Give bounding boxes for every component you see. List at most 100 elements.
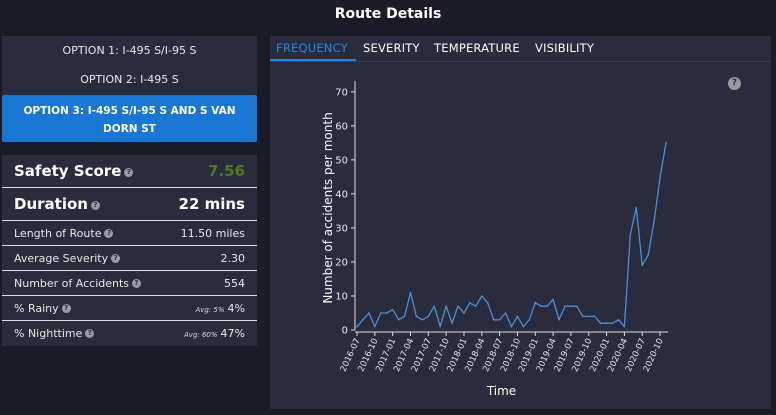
data-point [475,305,477,307]
data-point [522,325,525,328]
data-point [451,322,453,325]
duration-label: Duration [14,195,88,213]
data-point [599,322,602,325]
data-point [433,305,436,307]
data-point [486,302,489,304]
nighttime-row: % Nighttime? Avg: 60% 47% [2,321,257,346]
data-point [421,319,424,321]
data-point [498,319,501,321]
route-option-1[interactable]: OPTION 1: I-495 S/I-95 S [2,36,257,65]
accidents-label: Number of Accidents [14,276,130,290]
y-tick-label: 40 [335,189,348,200]
accidents-row: Number of Accidents? 554 [2,271,257,296]
duration-value: 22 mins [178,195,245,213]
data-point [605,322,608,325]
data-point [665,142,667,144]
data-point [457,305,459,307]
data-point [385,312,388,314]
data-point [528,319,531,321]
tab-visibility[interactable]: VISIBILITY [535,41,594,55]
data-point [481,295,483,297]
data-point [368,312,370,314]
data-point [445,305,447,307]
chart-panel: FREQUENCY SEVERITY TEMPERATURE VISIBILIT… [270,36,771,409]
safety-score-label: Safety Score [14,162,122,180]
length-label: Length of Route [14,226,102,240]
nighttime-avg: Avg: 60% [184,331,218,339]
y-axis-label: Number of accidents per month [321,112,335,303]
y-tick-label: 20 [335,257,348,268]
severity-value: 2.30 [220,251,246,265]
data-point [659,176,661,178]
question-icon[interactable]: ? [111,253,121,263]
page-title: Route Details [334,6,442,22]
question-icon[interactable]: ? [124,168,134,177]
chart-tabs: FREQUENCY SEVERITY TEMPERATURE VISIBILIT… [270,36,771,62]
y-tick-label: 30 [335,223,348,234]
tab-temperature[interactable]: TEMPERATURE [434,41,520,55]
rainy-label: % Rainy [14,301,59,315]
data-point [356,325,358,328]
data-point [427,315,430,318]
data-point [397,319,400,321]
route-option-2[interactable]: OPTION 2: I-495 S [2,65,257,95]
tab-severity[interactable]: SEVERITY [363,41,420,55]
y-tick-label: 50 [335,155,348,166]
accidents-value: 554 [224,276,245,290]
data-point [409,291,412,294]
length-value: 11.50 miles [180,226,245,240]
data-point [623,325,626,328]
data-point [492,319,495,321]
y-tick-label: 10 [335,291,348,302]
question-icon[interactable]: ? [132,278,142,288]
data-point [469,302,471,304]
data-point [534,302,537,304]
data-point [576,305,578,307]
data-point [546,305,548,307]
data-point [611,322,614,325]
route-stats: Safety Score? 7.56 Duration? 22 mins Len… [2,155,257,346]
route-options: OPTION 1: I-495 S/I-95 S OPTION 2: I-495… [2,36,257,142]
route-option-3[interactable]: OPTION 3: I-495 S/I-95 S AND S VAN DORN … [2,95,257,142]
x-axis-label: Time [486,384,516,398]
tab-frequency[interactable]: FREQUENCY [276,41,348,55]
data-point [403,315,406,318]
data-point [552,298,554,301]
question-icon[interactable]: ? [61,303,71,313]
data-point [391,308,394,311]
data-point [374,325,376,328]
data-point [510,325,513,328]
severity-row: Average Severity? 2.30 [2,246,257,271]
data-point [564,305,566,307]
data-point [653,220,655,222]
data-point [647,254,649,256]
data-point [635,206,638,209]
data-point [540,305,542,307]
data-point [570,305,572,307]
data-point [558,319,560,321]
nighttime-label: % Nighttime [14,327,83,340]
question-icon[interactable]: ? [90,201,100,210]
frequency-chart: 0102030405060702016-072016-102017-012017… [321,81,668,398]
data-point [504,312,507,314]
active-tab-indicator [270,59,356,61]
y-tick-label: 70 [335,87,348,98]
data-point [588,315,590,318]
safety-score-value: 7.56 [207,162,245,180]
data-point [516,315,519,318]
y-tick-label: 0 [342,326,348,337]
series-line [356,142,667,328]
data-point [415,315,418,318]
data-point [641,264,643,267]
question-icon[interactable]: ? [104,228,114,238]
rainy-avg: Avg: 5% [195,305,225,314]
severity-label: Average Severity [14,251,109,265]
data-point [463,312,465,314]
data-point [593,315,596,318]
nighttime-value: 47% [220,327,245,340]
duration-row: Duration? 22 mins [2,188,257,221]
data-point [362,319,364,321]
data-point [629,233,632,236]
question-icon[interactable]: ? [85,329,95,338]
rainy-value: 4% [227,301,245,315]
